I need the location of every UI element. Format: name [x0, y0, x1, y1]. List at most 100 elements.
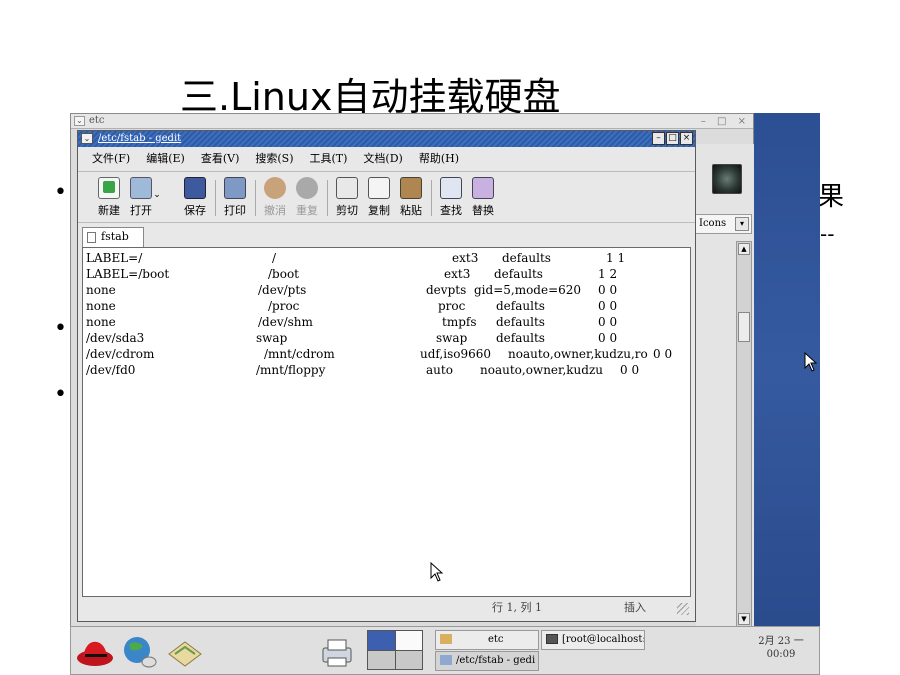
toolbar: 新建 打开 ⌄ 保存 打印 撤消 重复 剪切 复制 粘贴 查找 替换 — [78, 171, 695, 223]
task-etc[interactable]: etc — [435, 630, 539, 650]
file-manager-controls[interactable]: – □ × — [701, 115, 750, 129]
minimize-icon[interactable]: – — [652, 132, 665, 145]
find-button-label: 查找 — [440, 204, 462, 217]
fstab-fstype: auto — [426, 363, 453, 377]
terminal-icon — [546, 634, 558, 644]
file-manager-titlebar[interactable]: ⌄ etc – □ × — [71, 114, 753, 129]
paste-button-label: 粘贴 — [400, 204, 422, 217]
scroll-up-icon[interactable]: ▲ — [738, 243, 750, 255]
menu-edit[interactable]: 编辑(E) — [146, 149, 185, 169]
workspace-4[interactable] — [395, 650, 422, 669]
folder-open-icon — [130, 177, 152, 199]
menu-bar: 文件(F) 编辑(E) 查看(V) 搜索(S) 工具(T) 文档(D) 帮助(H… — [78, 149, 695, 169]
cut-button-label: 剪切 — [336, 204, 358, 217]
scroll-thumb[interactable] — [738, 312, 750, 342]
fstab-fstype: tmpfs — [442, 315, 477, 329]
save-icon — [184, 177, 206, 199]
clock-time: 00:09 — [766, 649, 796, 660]
new-button[interactable]: 新建 — [92, 174, 126, 218]
window-menu-icon[interactable]: ⌄ — [81, 133, 93, 144]
toolbar-separator — [327, 180, 328, 216]
close-icon[interactable]: × — [680, 132, 693, 145]
task-gedit[interactable]: /etc/fstab - gedi — [435, 651, 539, 671]
folder-icon — [440, 634, 452, 644]
menu-documents[interactable]: 文档(D) — [363, 149, 402, 169]
menu-help[interactable]: 帮助(H) — [419, 149, 459, 169]
fstab-device: LABEL=/ — [86, 251, 143, 265]
fstab-fstype: ext3 — [444, 267, 471, 281]
status-bar: 行 1, 列 1 插入 — [82, 599, 691, 617]
globe-throbber-icon — [712, 164, 742, 194]
menu-search[interactable]: 搜索(S) — [255, 149, 293, 169]
workspace-3[interactable] — [368, 650, 395, 669]
save-button[interactable]: 保存 — [178, 174, 212, 218]
replace-button[interactable]: 替换 — [466, 174, 500, 218]
file-manager-side-panel: Icons ▾ ▲ ▼ — [694, 144, 754, 629]
gedit-window: ⌄ /etc/fstab - gedit – □ × 文件(F) 编辑(E) 查… — [77, 130, 696, 622]
workspace-1[interactable] — [368, 631, 395, 650]
email-client-icon[interactable] — [165, 632, 205, 670]
resize-grip[interactable] — [677, 603, 689, 615]
fstab-device: LABEL=/boot — [86, 267, 170, 281]
new-document-icon — [98, 177, 120, 199]
chevron-down-icon[interactable]: ▾ — [735, 217, 749, 231]
task-gedit-label: /etc/fstab - gedi — [456, 655, 536, 666]
fstab-dump-pass: 0 0 — [598, 331, 618, 345]
open-recent-dropdown[interactable]: ⌄ — [150, 190, 164, 200]
tab-fstab[interactable]: fstab × — [82, 227, 144, 261]
fstab-fstype: proc — [438, 299, 466, 313]
copy-button[interactable]: 复制 — [362, 174, 396, 218]
redhat-menu-icon[interactable] — [75, 632, 115, 670]
document-icon — [87, 232, 96, 243]
toolbar-separator — [255, 180, 256, 216]
cursor-position: 行 1, 列 1 — [492, 601, 542, 614]
fstab-dump-pass: 1 1 — [606, 251, 626, 265]
maximize-icon[interactable]: □ — [666, 132, 679, 145]
clipboard-icon — [400, 177, 422, 199]
fstab-dump-pass: 0 0 — [598, 283, 618, 297]
open-button-label: 打开 — [130, 204, 152, 217]
workspace-2[interactable] — [395, 631, 422, 650]
fstab-fstype: udf,iso9660 — [420, 347, 491, 361]
fstab-mountpoint: swap — [256, 331, 288, 345]
view-as-select[interactable]: Icons ▾ — [694, 214, 752, 234]
window-menu-icon[interactable]: ⌄ — [74, 116, 85, 126]
task-terminal[interactable]: [root@localhost:~] — [541, 630, 645, 650]
clock-date: 2月 23 一 — [758, 636, 804, 647]
print-button-label: 打印 — [224, 204, 246, 217]
clock[interactable]: 2月 23 一 00:09 — [746, 635, 816, 661]
print-manager-icon[interactable] — [317, 632, 357, 670]
find-button[interactable]: 查找 — [434, 174, 468, 218]
workspace-pager[interactable] — [367, 630, 423, 670]
fstab-device: none — [86, 283, 116, 297]
paste-button[interactable]: 粘贴 — [394, 174, 428, 218]
fstab-options: noauto,owner,kudzu,ro — [508, 347, 648, 361]
cut-button[interactable]: 剪切 — [330, 174, 364, 218]
fstab-dump-pass: 0 0 — [598, 315, 618, 329]
slide-partial-dashes: -- — [820, 222, 835, 246]
menu-tools[interactable]: 工具(T) — [310, 149, 348, 169]
fstab-fstype: devpts — [426, 283, 467, 297]
redo-button[interactable]: 重复 — [290, 174, 324, 218]
tab-fstab-label: fstab — [101, 230, 129, 243]
gedit-window-controls: – □ × — [652, 132, 693, 145]
text-editor-icon — [440, 655, 452, 665]
fstab-mountpoint: / — [272, 251, 277, 265]
bullet-3: • — [54, 382, 67, 407]
menu-view[interactable]: 查看(V) — [201, 149, 240, 169]
print-button[interactable]: 打印 — [218, 174, 252, 218]
gedit-titlebar[interactable]: ⌄ /etc/fstab - gedit – □ × — [78, 131, 695, 147]
file-manager-scrollbar[interactable]: ▲ ▼ — [736, 241, 752, 627]
web-browser-icon[interactable] — [119, 632, 159, 670]
scroll-down-icon[interactable]: ▼ — [738, 613, 750, 625]
menu-file[interactable]: 文件(F) — [92, 149, 130, 169]
new-button-label: 新建 — [98, 204, 120, 217]
undo-button[interactable]: 撤消 — [258, 174, 292, 218]
find-replace-icon — [472, 177, 494, 199]
task-terminal-label: [root@localhost:~] — [562, 634, 644, 645]
text-editor-area[interactable]: LABEL=/ / ext3 defaults 1 1 LABEL=/boot … — [82, 247, 691, 597]
undo-button-label: 撤消 — [264, 204, 286, 217]
fstab-device: /dev/fd0 — [86, 363, 136, 377]
redo-button-label: 重复 — [296, 204, 318, 217]
fstab-options: noauto,owner,kudzu — [480, 363, 603, 377]
